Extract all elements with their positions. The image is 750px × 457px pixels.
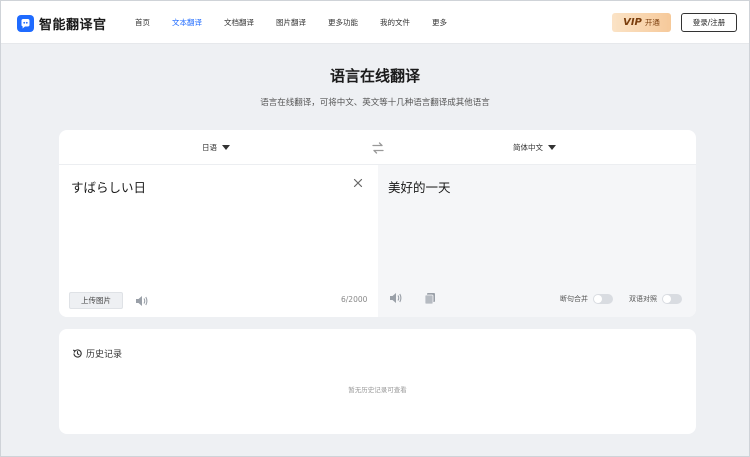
- bilingual-compare-option[interactable]: 双语对照: [629, 294, 682, 304]
- page-subtitle: 语言在线翻译，可将中文、英文等十几种语言翻译成其他语言: [260, 98, 490, 108]
- nav-item-more-features[interactable]: 更多功能: [328, 17, 358, 28]
- sentence-merge-label: 断句合并: [560, 295, 588, 303]
- nav-item-my-files[interactable]: 我的文件: [380, 17, 410, 28]
- history-header: 历史记录: [72, 344, 122, 363]
- chevron-down-icon: [222, 145, 230, 150]
- sentence-merge-option[interactable]: 断句合并: [560, 294, 613, 304]
- target-language-select[interactable]: 简体中文: [513, 142, 556, 153]
- sentence-merge-toggle[interactable]: [593, 294, 613, 304]
- nav-item-home[interactable]: 首页: [135, 17, 150, 28]
- main-nav: 首页 文本翻译 文档翻译 图片翻译 更多功能 我的文件 更多: [135, 1, 469, 44]
- vip-button[interactable]: VIP 开通: [612, 13, 671, 32]
- source-language-select[interactable]: 日语: [202, 142, 230, 153]
- speaker-icon[interactable]: [388, 290, 403, 304]
- speaker-icon[interactable]: [134, 293, 149, 307]
- vip-open-label: 开通: [644, 18, 660, 27]
- login-button[interactable]: 登录/注册: [681, 13, 737, 32]
- target-pane: 美好的一天 断句合并 双语对照: [378, 165, 696, 317]
- upload-image-button[interactable]: 上传图片: [69, 292, 123, 309]
- target-language-label: 简体中文: [513, 143, 543, 152]
- translated-text: 美好的一天: [388, 180, 451, 195]
- source-language-label: 日语: [202, 143, 217, 152]
- source-text-input[interactable]: すばらしい日: [71, 177, 146, 196]
- chevron-down-icon: [548, 145, 556, 150]
- nav-item-doc-translate[interactable]: 文档翻译: [224, 17, 254, 28]
- language-bar: 日语 简体中文: [59, 130, 696, 165]
- nav-item-text-translate[interactable]: 文本翻译: [172, 17, 202, 28]
- history-empty-message: 暂无历史记录可查看: [348, 386, 407, 394]
- top-header: 智能翻译官 首页 文本翻译 文档翻译 图片翻译 更多功能 我的文件 更多 VIP…: [1, 1, 749, 44]
- brand-logo[interactable]: 智能翻译官: [17, 13, 107, 33]
- swap-icon[interactable]: [370, 140, 386, 156]
- nav-item-image-translate[interactable]: 图片翻译: [276, 17, 306, 28]
- logo-icon: [17, 14, 34, 32]
- character-count: 6/2000: [341, 295, 368, 304]
- bilingual-compare-toggle[interactable]: [662, 294, 682, 304]
- bilingual-compare-label: 双语对照: [629, 295, 657, 303]
- history-icon: [72, 344, 83, 363]
- brand-name: 智能翻译官: [39, 17, 107, 33]
- copy-icon[interactable]: [423, 290, 437, 305]
- nav-item-more[interactable]: 更多: [432, 17, 447, 28]
- page-title: 语言在线翻译: [329, 67, 420, 85]
- close-icon[interactable]: [352, 174, 364, 188]
- history-title: 历史记录: [86, 350, 123, 360]
- translator-card: 日语 简体中文 すばらしい日 上传图片 6/2000 美好的一天 断句合并 双语…: [59, 130, 696, 317]
- history-card: 历史记录 暂无历史记录可查看: [59, 329, 696, 434]
- vip-label: VIP: [623, 17, 642, 28]
- source-pane[interactable]: すばらしい日 上传图片 6/2000: [59, 165, 378, 317]
